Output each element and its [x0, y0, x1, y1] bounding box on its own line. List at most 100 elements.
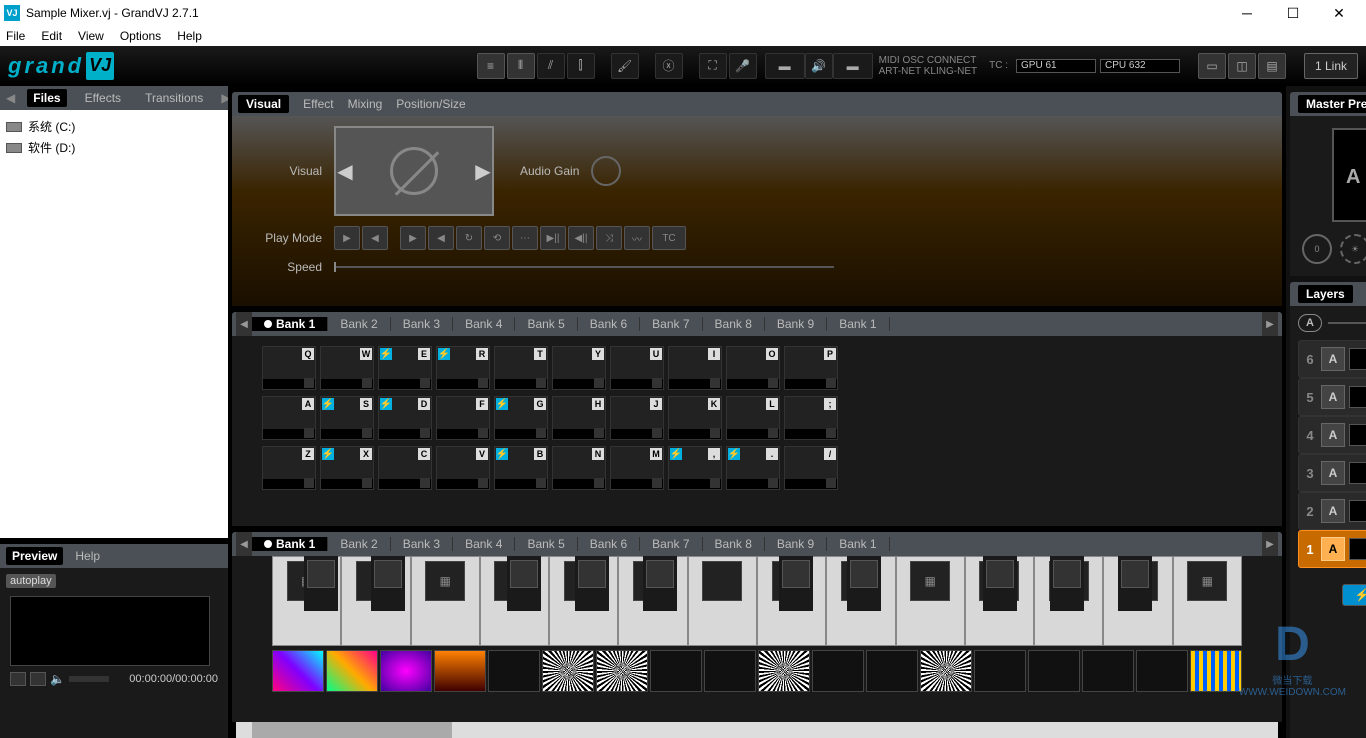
clip-cell[interactable]: U [610, 346, 664, 390]
layer-row[interactable]: 1 A B ▶ ⊙ ✎ [1298, 530, 1366, 568]
edit-icon[interactable] [652, 428, 662, 438]
edit-icon[interactable] [362, 428, 372, 438]
visual-preview-slot[interactable]: ◀ ▶ [334, 126, 494, 216]
edit-icon[interactable] [536, 428, 546, 438]
drive-d[interactable]: 软件 (D:) [6, 137, 222, 158]
edit-icon[interactable] [768, 378, 778, 388]
bank2-tab-10[interactable]: Bank 1 [827, 537, 889, 551]
layer-a-button[interactable]: A [1321, 423, 1345, 447]
bank2-tab-6[interactable]: Bank 6 [578, 537, 640, 551]
key-slot[interactable] [1053, 560, 1081, 588]
key-slot[interactable]: ▦ [910, 561, 950, 601]
ab-crossfader[interactable]: A B [1298, 314, 1366, 332]
key-slot[interactable] [510, 560, 538, 588]
clip-cell[interactable]: ⚡X [320, 446, 374, 490]
speed-slider[interactable] [334, 266, 834, 268]
clip-cell[interactable]: A [262, 396, 316, 440]
edit-icon[interactable] [826, 378, 836, 388]
white-key[interactable]: ▦ [411, 556, 480, 646]
tab-transitions[interactable]: Transitions [139, 89, 209, 107]
master-knob-1[interactable]: 0 [1302, 234, 1332, 264]
menu-help[interactable]: Help [177, 29, 202, 43]
tab-files[interactable]: Files [27, 89, 66, 107]
file-browser[interactable]: 系统 (C:) 软件 (D:) [0, 110, 228, 538]
layout-1-icon[interactable]: ▭ [1198, 53, 1226, 79]
black-key[interactable] [371, 556, 405, 611]
edit-icon[interactable] [304, 428, 314, 438]
tab-preview-help[interactable]: Help [75, 549, 100, 563]
bounce-button[interactable]: ⟲ [484, 226, 510, 250]
edit-icon[interactable] [768, 478, 778, 488]
key-slot[interactable]: ▦ [425, 561, 465, 601]
key-slot[interactable] [850, 560, 878, 588]
menu-options[interactable]: Options [120, 29, 161, 43]
clip-cell[interactable]: ⚡R [436, 346, 490, 390]
bank2-tab-5[interactable]: Bank 5 [515, 537, 577, 551]
key-slot[interactable] [374, 560, 402, 588]
output-slider[interactable]: ▬ [833, 53, 873, 79]
clip-cell[interactable]: ⚡S [320, 396, 374, 440]
brightness-knob[interactable]: ☀ [1340, 234, 1366, 264]
key-slot[interactable] [646, 560, 674, 588]
volume-slider-icon[interactable]: ▬ [765, 53, 805, 79]
next-visual-button[interactable]: ▶ [474, 128, 492, 214]
menu-file[interactable]: File [6, 29, 25, 43]
layer-a-button[interactable]: A [1321, 499, 1345, 523]
edit-icon[interactable] [362, 378, 372, 388]
drive-c[interactable]: 系统 (C:) [6, 116, 222, 137]
edit-icon[interactable] [594, 478, 604, 488]
white-key[interactable]: ▦ [896, 556, 965, 646]
maximize-button[interactable]: ☐ [1270, 0, 1316, 26]
tab-mixing[interactable]: Mixing [348, 97, 383, 111]
clip-cell[interactable]: Y [552, 346, 606, 390]
tab-effect[interactable]: Effect [303, 97, 333, 111]
black-key[interactable] [779, 556, 813, 611]
key-slot[interactable] [578, 560, 606, 588]
film-cell[interactable] [434, 650, 486, 692]
edit-icon[interactable] [826, 478, 836, 488]
play-button[interactable]: ▶ [334, 226, 360, 250]
film-cell[interactable] [974, 650, 1026, 692]
edit-icon[interactable] [594, 378, 604, 388]
view-list-icon[interactable]: ≡ [477, 53, 505, 79]
edit-icon[interactable] [420, 378, 430, 388]
clear-icon[interactable]: ⓧ [655, 53, 683, 79]
brush-icon[interactable]: 🖌 [611, 53, 639, 79]
bank-tab-3[interactable]: Bank 3 [391, 317, 453, 331]
layer-a-button[interactable]: A [1321, 347, 1345, 371]
clip-cell[interactable]: T [494, 346, 548, 390]
clip-cell[interactable]: ⚡. [726, 446, 780, 490]
clip-cell[interactable]: H [552, 396, 606, 440]
bank-tab-9[interactable]: Bank 9 [765, 317, 827, 331]
layer-row[interactable]: 2 A B ▶ ⊙ ✎ [1298, 492, 1366, 530]
tab-position[interactable]: Position/Size [396, 97, 465, 111]
bank2-tab-8[interactable]: Bank 8 [703, 537, 765, 551]
layer-mode-flash-button[interactable]: ⚡ [1342, 584, 1366, 606]
bank2-tab-3[interactable]: Bank 3 [391, 537, 453, 551]
bank-tab-4[interactable]: Bank 4 [453, 317, 515, 331]
clip-cell[interactable]: ⚡, [668, 446, 722, 490]
tc-button[interactable]: TC [652, 226, 686, 250]
black-key[interactable] [1118, 556, 1152, 611]
play-reverse-button[interactable]: ◀ [362, 226, 388, 250]
bank-tab-2[interactable]: Bank 2 [328, 317, 390, 331]
waveform-icon[interactable]: ⫽ [537, 53, 565, 79]
link-button[interactable]: 1 Link [1304, 53, 1358, 79]
clip-cell[interactable]: I [668, 346, 722, 390]
bank2-tab-2[interactable]: Bank 2 [328, 537, 390, 551]
audio-gain-knob[interactable] [591, 156, 621, 186]
edit-icon[interactable] [478, 428, 488, 438]
prev-visual-button[interactable]: ◀ [336, 128, 354, 214]
film-cell[interactable] [596, 650, 648, 692]
clip-cell[interactable]: ; [784, 396, 838, 440]
clip-cell[interactable]: O [726, 346, 780, 390]
close-button[interactable]: ✕ [1316, 0, 1362, 26]
bank-tab-8[interactable]: Bank 8 [703, 317, 765, 331]
black-key[interactable] [643, 556, 677, 611]
clip-cell[interactable]: V [436, 446, 490, 490]
edit-icon[interactable] [536, 378, 546, 388]
clip-cell[interactable]: P [784, 346, 838, 390]
bank2-tab-7[interactable]: Bank 7 [640, 537, 702, 551]
edit-icon[interactable] [710, 478, 720, 488]
shuffle-button[interactable]: ⤨ [596, 226, 622, 250]
